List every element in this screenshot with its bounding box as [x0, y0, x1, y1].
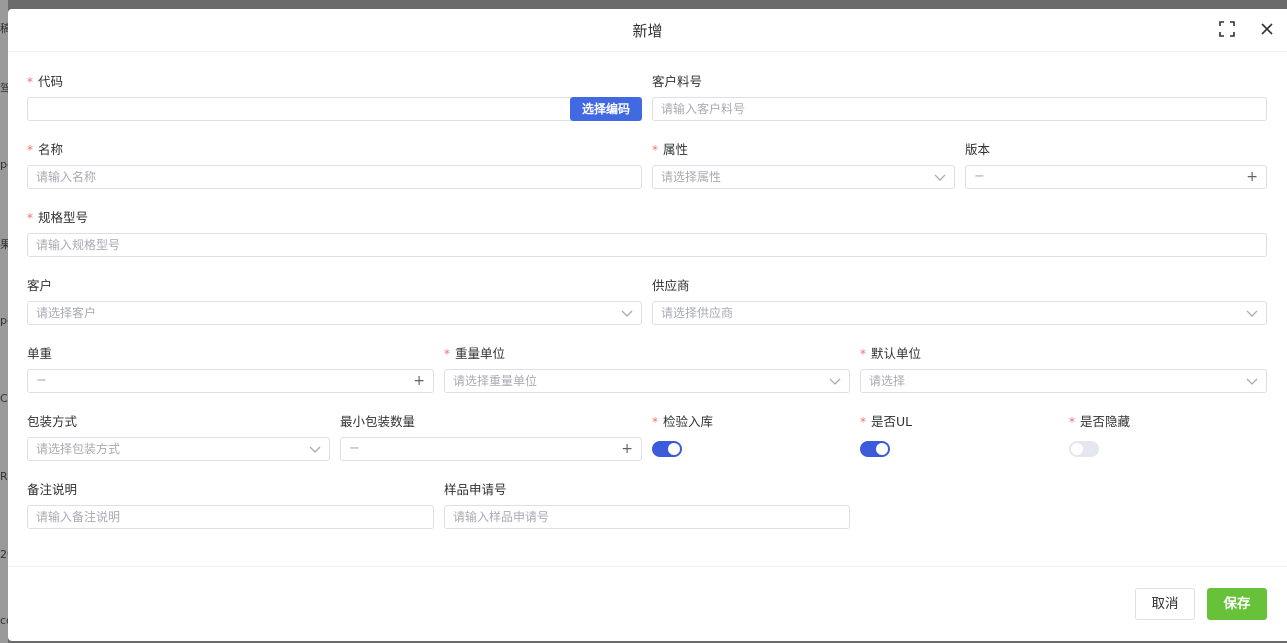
- is-hidden-switch[interactable]: [1069, 441, 1099, 457]
- close-icon[interactable]: [1258, 20, 1276, 38]
- cancel-button[interactable]: 取消: [1135, 588, 1195, 620]
- chevron-down-icon: [934, 172, 946, 182]
- add-dialog: 新增 * 代码 选择编码 客户料号 请输入客户料号 * 名称 请输入名称 * 属性 请…: [8, 9, 1287, 641]
- background-text: co: [0, 614, 8, 627]
- unit-weight-number-input[interactable]: − +: [27, 369, 434, 393]
- increment-button[interactable]: +: [621, 438, 633, 460]
- chevron-down-icon: [829, 376, 841, 386]
- required-mark: *: [652, 143, 658, 157]
- supplier-select[interactable]: 请选择供应商: [652, 301, 1267, 325]
- sample-no-label: 样品申请号: [444, 482, 507, 497]
- supplier-label: 供应商: [652, 278, 690, 293]
- decrement-button[interactable]: −: [349, 438, 360, 460]
- background-text: pe: [0, 314, 8, 327]
- code-label: * 代码: [27, 74, 64, 89]
- packaging-label: 包装方式: [27, 414, 78, 429]
- inspect-in-switch[interactable]: [652, 441, 682, 457]
- background-text: 驾: [0, 82, 8, 95]
- is-hidden-label: * 是否隐藏: [1069, 414, 1131, 429]
- is-ul-label: * 是否UL: [860, 414, 913, 429]
- remark-input[interactable]: 请输入备注说明: [27, 505, 434, 529]
- chevron-down-icon: [309, 444, 321, 454]
- decrement-button[interactable]: −: [36, 370, 47, 392]
- attribute-select[interactable]: 请选择属性: [652, 165, 955, 189]
- is-ul-switch[interactable]: [860, 441, 890, 457]
- save-button[interactable]: 保存: [1207, 588, 1267, 620]
- version-label: 版本: [965, 142, 991, 157]
- switch-knob: [668, 443, 680, 455]
- weight-unit-select[interactable]: 请选择重量单位: [444, 369, 850, 393]
- background-text: pe: [0, 158, 8, 171]
- dialog-title: 新增: [632, 22, 663, 40]
- select-code-button[interactable]: 选择编码: [570, 97, 642, 121]
- required-mark: *: [860, 415, 866, 429]
- required-mark: *: [1069, 415, 1075, 429]
- remark-label: 备注说明: [27, 482, 78, 497]
- version-number-input[interactable]: − +: [965, 165, 1267, 189]
- min-pack-qty-number-input[interactable]: − +: [340, 437, 642, 461]
- background-text: 果: [0, 238, 8, 251]
- background-text: 稿: [0, 22, 8, 35]
- required-mark: *: [27, 143, 33, 157]
- unit-weight-label: 单重: [27, 346, 53, 361]
- required-mark: *: [860, 347, 866, 361]
- switch-knob: [1071, 443, 1083, 455]
- chevron-down-icon: [621, 308, 633, 318]
- sample-no-input[interactable]: 请输入样品申请号: [444, 505, 850, 529]
- required-mark: *: [652, 415, 658, 429]
- fullscreen-icon[interactable]: [1218, 20, 1236, 38]
- chevron-down-icon: [1246, 376, 1258, 386]
- increment-button[interactable]: +: [1246, 166, 1258, 188]
- weight-unit-label: * 重量单位: [444, 346, 506, 361]
- chevron-down-icon: [1246, 308, 1258, 318]
- customer-label: 客户: [27, 278, 53, 293]
- inspect-in-label: * 检验入库: [652, 414, 714, 429]
- code-input[interactable]: [27, 97, 571, 121]
- dialog-header: 新增: [8, 9, 1287, 52]
- required-mark: *: [444, 347, 450, 361]
- background-text: R: [0, 470, 8, 483]
- customer-part-label: 客户料号: [652, 74, 703, 89]
- increment-button[interactable]: +: [413, 370, 425, 392]
- packaging-select[interactable]: 请选择包装方式: [27, 437, 330, 461]
- footer-divider: [8, 566, 1287, 567]
- spec-label: * 规格型号: [27, 210, 89, 225]
- required-mark: *: [27, 75, 33, 89]
- name-label: * 名称: [27, 142, 64, 157]
- spec-input[interactable]: 请输入规格型号: [27, 233, 1267, 257]
- default-unit-label: * 默认单位: [860, 346, 922, 361]
- required-mark: *: [27, 211, 33, 225]
- customer-part-input[interactable]: 请输入客户料号: [652, 97, 1267, 121]
- attribute-label: * 属性: [652, 142, 689, 157]
- background-text: C: [0, 392, 8, 405]
- default-unit-select[interactable]: 请选择: [860, 369, 1267, 393]
- name-input[interactable]: 请输入名称: [27, 165, 642, 189]
- background-text: 20: [0, 548, 8, 561]
- switch-knob: [876, 443, 888, 455]
- customer-select[interactable]: 请选择客户: [27, 301, 642, 325]
- min-pack-qty-label: 最小包装数量: [340, 414, 416, 429]
- decrement-button[interactable]: −: [974, 166, 985, 188]
